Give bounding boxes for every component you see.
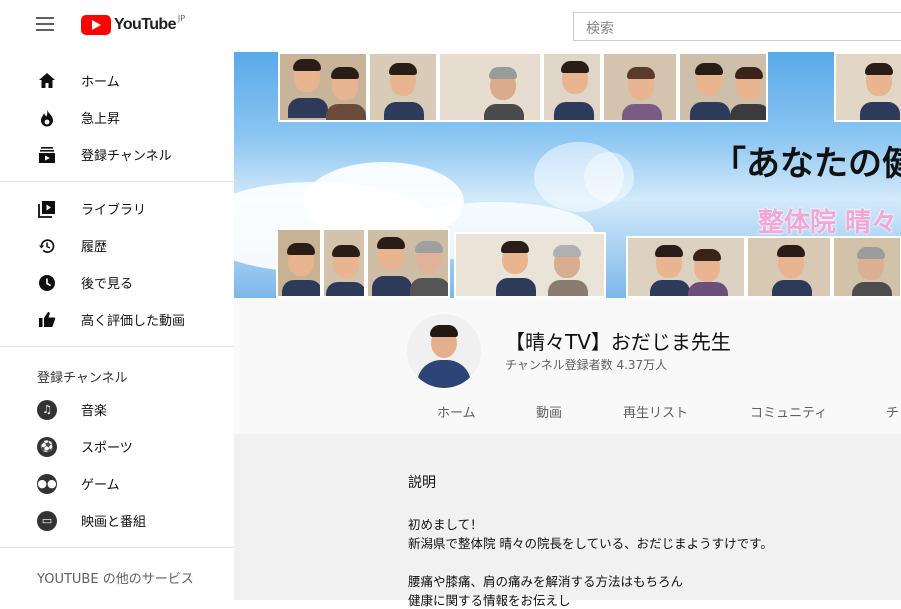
sidebar-item-music[interactable]: ♫ 音楽 (0, 391, 234, 428)
library-icon (37, 199, 57, 219)
home-icon (37, 71, 57, 91)
banner-photo (322, 228, 366, 298)
banner-photo (454, 232, 606, 298)
banner-photo (834, 52, 901, 122)
sidebar-item-gaming[interactable]: ●● ゲーム (0, 465, 234, 502)
banner-photo (602, 52, 678, 122)
channel-banner: 「あなたの健 整体院 晴々 (234, 52, 901, 298)
description-line: 初めまして！ (408, 517, 483, 532)
sidebar-item-trending[interactable]: 急上昇 (0, 99, 234, 136)
banner-photo (276, 228, 322, 298)
subscriptions-heading: 登録チャンネル (37, 371, 128, 386)
sidebar-item-label: ゲーム (81, 478, 120, 493)
description-line: 新潟県で整体院 晴々の院長をしている、おだじまようすけです。 (408, 536, 773, 551)
sidebar-item-label: 映画と番組 (81, 515, 147, 530)
banner-photo (368, 52, 438, 122)
subscriber-count: チャンネル登録者数 4.37万人 (505, 358, 668, 372)
sidebar-item-movies[interactable]: ▭ 映画と番組 (0, 502, 234, 539)
banner-photo (278, 52, 368, 122)
thumbs-up-icon (37, 310, 57, 330)
sidebar-item-label: 急上昇 (81, 112, 121, 127)
movies-icon: ▭ (37, 510, 57, 531)
banner-photo (438, 52, 542, 122)
sidebar-item-liked-videos[interactable]: 高く評価した動画 (0, 301, 234, 338)
sidebar-item-label: 履歴 (81, 240, 108, 255)
sidebar-item-subscriptions[interactable]: 登録チャンネル (0, 136, 234, 173)
tab-channels[interactable]: チ (886, 402, 899, 421)
sidebar-item-sports[interactable]: ⚽ スポーツ (0, 428, 234, 465)
tab-videos[interactable]: 動画 (536, 402, 562, 421)
sidebar-item-library[interactable]: ライブラリ (0, 190, 234, 227)
sports-icon: ⚽ (37, 436, 57, 457)
logo-region: JP (177, 13, 186, 23)
sidebar-item-watch-later[interactable]: 後で見る (0, 264, 234, 301)
logo-text: YouTube (114, 16, 176, 33)
sidebar-item-label: 後で見る (81, 277, 134, 292)
divider (0, 346, 234, 347)
music-icon: ♫ (37, 399, 57, 420)
banner-photo (678, 52, 768, 122)
about-section: 説明 初めまして！ 新潟県で整体院 晴々の院長をしている、おだじまようすけです。… (234, 434, 901, 608)
channel-name: 【晴々TV】おだじま先生 (505, 330, 731, 354)
banner-photo (542, 52, 602, 122)
youtube-logo[interactable]: YouTube JP (81, 13, 186, 35)
sidebar: ホーム 急上昇 登録チャンネル ライブラリ 履歴 後で見る 高く評価した動画 登… (0, 52, 234, 600)
sidebar-item-label: ホーム (81, 75, 120, 90)
banner-photo (832, 236, 901, 298)
channel-header: 【晴々TV】おだじま先生 チャンネル登録者数 4.37万人 ホーム 動画 再生リ… (234, 298, 901, 434)
banner-photo (746, 236, 832, 298)
subscriptions-icon (37, 145, 57, 165)
clock-icon (37, 273, 57, 293)
gaming-icon: ●● (37, 473, 57, 494)
tab-home[interactable]: ホーム (437, 402, 476, 421)
tab-community[interactable]: コミュニティ (750, 402, 827, 421)
banner-title: 「あなたの健 (712, 144, 901, 184)
description-heading: 説明 (408, 475, 436, 491)
sidebar-item-label: スポーツ (81, 441, 133, 456)
play-logo-icon (81, 15, 111, 35)
search-input[interactable]: 検索 (573, 12, 901, 41)
top-bar: YouTube JP 検索 (0, 0, 901, 52)
banner-subtitle: 整体院 晴々 (758, 208, 898, 238)
tab-playlists[interactable]: 再生リスト (623, 402, 688, 421)
history-icon (37, 236, 57, 256)
sidebar-item-label: 高く評価した動画 (81, 314, 186, 329)
flame-icon (37, 108, 57, 128)
divider (0, 547, 234, 548)
description-line: 腰痛や膝痛、肩の痛みを解消する方法はもちろん (408, 574, 684, 589)
channel-avatar[interactable] (407, 314, 481, 388)
banner-photo (366, 228, 450, 298)
sidebar-item-label: ライブラリ (81, 203, 147, 218)
more-from-youtube-heading: YOUTUBE の他のサービス (37, 572, 194, 587)
sidebar-item-label: 音楽 (81, 404, 108, 419)
sidebar-item-home[interactable]: ホーム (0, 62, 234, 99)
sidebar-item-history[interactable]: 履歴 (0, 227, 234, 264)
menu-icon[interactable] (36, 17, 54, 31)
channel-tabs: ホーム 動画 再生リスト コミュニティ チ (234, 402, 901, 430)
banner-photo (626, 236, 746, 298)
sidebar-item-label: 登録チャンネル (81, 149, 172, 164)
divider (0, 181, 234, 182)
